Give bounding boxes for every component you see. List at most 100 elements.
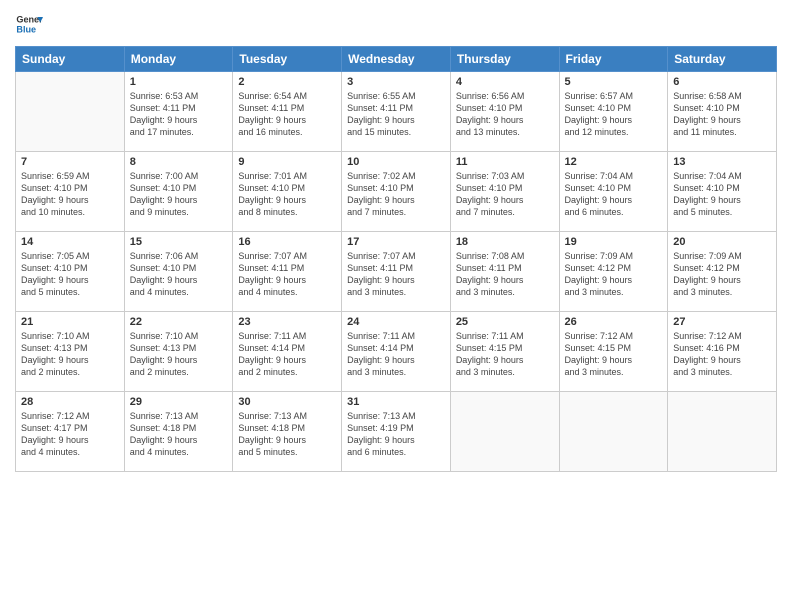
day-info: Sunrise: 6:58 AM Sunset: 4:10 PM Dayligh…: [673, 90, 771, 139]
day-info: Sunrise: 7:07 AM Sunset: 4:11 PM Dayligh…: [238, 250, 336, 299]
weekday-header-wednesday: Wednesday: [342, 47, 451, 72]
calendar-cell: 5Sunrise: 6:57 AM Sunset: 4:10 PM Daylig…: [559, 72, 668, 152]
calendar-cell: 10 Sunrise: 7:02 AM Sunset: 4:10 PM Dayli…: [342, 152, 451, 232]
calendar-week-2: 14 Sunrise: 7:05 AM Sunset: 4:10 PM Dayli…: [16, 232, 777, 312]
calendar-cell: 23 Sunrise: 7:11 AM Sunset: 4:14 PM Dayli…: [233, 312, 342, 392]
day-info: Sunrise: 7:09 AM Sunset: 4:12 PM Dayligh…: [673, 250, 771, 299]
calendar-cell: 7 Sunrise: 6:59 AM Sunset: 4:10 PM Daylig…: [16, 152, 125, 232]
day-number: 10: [347, 156, 445, 168]
calendar-cell: [450, 392, 559, 472]
calendar-cell: 25Sunrise: 7:11 AM Sunset: 4:15 PM Dayli…: [450, 312, 559, 392]
day-number: 9: [238, 156, 336, 168]
calendar-cell: 20 Sunrise: 7:09 AM Sunset: 4:12 PM Dayli…: [668, 232, 777, 312]
day-info: Sunrise: 7:12 AM Sunset: 4:17 PM Dayligh…: [21, 410, 119, 459]
weekday-header-friday: Friday: [559, 47, 668, 72]
day-info: Sunrise: 7:03 AM Sunset: 4:10 PM Dayligh…: [456, 170, 554, 219]
day-number: 14: [21, 236, 119, 248]
day-number: 4: [456, 76, 554, 88]
calendar-cell: 11 Sunrise: 7:03 AM Sunset: 4:10 PM Dayli…: [450, 152, 559, 232]
calendar-week-1: 7 Sunrise: 6:59 AM Sunset: 4:10 PM Daylig…: [16, 152, 777, 232]
calendar-cell: 3 Sunrise: 6:55 AM Sunset: 4:11 PM Daylig…: [342, 72, 451, 152]
day-number: 23: [238, 316, 336, 328]
day-number: 12: [565, 156, 663, 168]
calendar-table: SundayMondayTuesdayWednesdayThursdayFrid…: [15, 46, 777, 472]
page: General Blue SundayMondayTuesdayWednesda…: [0, 0, 792, 612]
day-number: 19: [565, 236, 663, 248]
day-info: Sunrise: 6:57 AM Sunset: 4:10 PM Dayligh…: [565, 90, 663, 139]
weekday-header-row: SundayMondayTuesdayWednesdayThursdayFrid…: [16, 47, 777, 72]
calendar-cell: 21Sunrise: 7:10 AM Sunset: 4:13 PM Dayli…: [16, 312, 125, 392]
calendar-week-0: 1Sunrise: 6:53 AM Sunset: 4:11 PM Daylig…: [16, 72, 777, 152]
calendar-cell: 29Sunrise: 7:13 AM Sunset: 4:18 PM Dayli…: [124, 392, 233, 472]
calendar-cell: 14 Sunrise: 7:05 AM Sunset: 4:10 PM Dayli…: [16, 232, 125, 312]
day-number: 29: [130, 396, 228, 408]
day-info: Sunrise: 7:11 AM Sunset: 4:14 PM Dayligh…: [238, 330, 336, 379]
day-info: Sunrise: 7:13 AM Sunset: 4:19 PM Dayligh…: [347, 410, 445, 459]
day-info: Sunrise: 7:11 AM Sunset: 4:14 PM Dayligh…: [347, 330, 445, 379]
calendar-cell: 31 Sunrise: 7:13 AM Sunset: 4:19 PM Dayli…: [342, 392, 451, 472]
day-number: 20: [673, 236, 771, 248]
calendar-cell: 26 Sunrise: 7:12 AM Sunset: 4:15 PM Dayli…: [559, 312, 668, 392]
calendar-cell: 17 Sunrise: 7:07 AM Sunset: 4:11 PM Dayli…: [342, 232, 451, 312]
calendar-cell: 9 Sunrise: 7:01 AM Sunset: 4:10 PM Daylig…: [233, 152, 342, 232]
calendar-cell: [668, 392, 777, 472]
day-info: Sunrise: 7:01 AM Sunset: 4:10 PM Dayligh…: [238, 170, 336, 219]
calendar-cell: 30 Sunrise: 7:13 AM Sunset: 4:18 PM Dayli…: [233, 392, 342, 472]
day-number: 22: [130, 316, 228, 328]
day-number: 27: [673, 316, 771, 328]
day-info: Sunrise: 7:10 AM Sunset: 4:13 PM Dayligh…: [130, 330, 228, 379]
day-number: 30: [238, 396, 336, 408]
calendar-cell: 19 Sunrise: 7:09 AM Sunset: 4:12 PM Dayli…: [559, 232, 668, 312]
day-number: 16: [238, 236, 336, 248]
calendar-cell: 27 Sunrise: 7:12 AM Sunset: 4:16 PM Dayli…: [668, 312, 777, 392]
calendar-cell: 6Sunrise: 6:58 AM Sunset: 4:10 PM Daylig…: [668, 72, 777, 152]
calendar-cell: 8 Sunrise: 7:00 AM Sunset: 4:10 PM Daylig…: [124, 152, 233, 232]
day-info: Sunrise: 7:04 AM Sunset: 4:10 PM Dayligh…: [565, 170, 663, 219]
day-number: 15: [130, 236, 228, 248]
day-number: 18: [456, 236, 554, 248]
day-number: 1: [130, 76, 228, 88]
day-number: 7: [21, 156, 119, 168]
day-number: 2: [238, 76, 336, 88]
day-number: 28: [21, 396, 119, 408]
day-info: Sunrise: 6:59 AM Sunset: 4:10 PM Dayligh…: [21, 170, 119, 219]
weekday-header-monday: Monday: [124, 47, 233, 72]
day-info: Sunrise: 7:07 AM Sunset: 4:11 PM Dayligh…: [347, 250, 445, 299]
weekday-header-saturday: Saturday: [668, 47, 777, 72]
svg-text:Blue: Blue: [16, 24, 36, 34]
day-info: Sunrise: 7:06 AM Sunset: 4:10 PM Dayligh…: [130, 250, 228, 299]
calendar-cell: 28 Sunrise: 7:12 AM Sunset: 4:17 PM Dayli…: [16, 392, 125, 472]
day-number: 24: [347, 316, 445, 328]
day-info: Sunrise: 7:08 AM Sunset: 4:11 PM Dayligh…: [456, 250, 554, 299]
header: General Blue: [15, 10, 777, 38]
calendar-cell: [559, 392, 668, 472]
day-info: Sunrise: 7:00 AM Sunset: 4:10 PM Dayligh…: [130, 170, 228, 219]
day-info: Sunrise: 7:05 AM Sunset: 4:10 PM Dayligh…: [21, 250, 119, 299]
day-info: Sunrise: 7:12 AM Sunset: 4:16 PM Dayligh…: [673, 330, 771, 379]
calendar-cell: 12 Sunrise: 7:04 AM Sunset: 4:10 PM Dayli…: [559, 152, 668, 232]
day-number: 8: [130, 156, 228, 168]
day-info: Sunrise: 7:09 AM Sunset: 4:12 PM Dayligh…: [565, 250, 663, 299]
calendar-week-3: 21 Sunrise: 7:10 AM Sunset: 4:13 PM Dayli…: [16, 312, 777, 392]
calendar-cell: 16 Sunrise: 7:07 AM Sunset: 4:11 PM Dayli…: [233, 232, 342, 312]
day-info: Sunrise: 6:54 AM Sunset: 4:11 PM Dayligh…: [238, 90, 336, 139]
day-info: Sunrise: 7:11 AM Sunset: 4:15 PM Dayligh…: [456, 330, 554, 379]
day-info: Sunrise: 7:13 AM Sunset: 4:18 PM Dayligh…: [238, 410, 336, 459]
day-number: 11: [456, 156, 554, 168]
weekday-header-thursday: Thursday: [450, 47, 559, 72]
calendar-cell: 2 Sunrise: 6:54 AM Sunset: 4:11 PM Daylig…: [233, 72, 342, 152]
calendar-cell: 18 Sunrise: 7:08 AM Sunset: 4:11 PM Dayli…: [450, 232, 559, 312]
weekday-header-tuesday: Tuesday: [233, 47, 342, 72]
day-number: 26: [565, 316, 663, 328]
day-info: Sunrise: 6:55 AM Sunset: 4:11 PM Dayligh…: [347, 90, 445, 139]
calendar-cell: 22 Sunrise: 7:10 AM Sunset: 4:13 PM Dayli…: [124, 312, 233, 392]
day-number: 31: [347, 396, 445, 408]
day-number: 21: [21, 316, 119, 328]
day-number: 17: [347, 236, 445, 248]
day-number: 3: [347, 76, 445, 88]
day-number: 13: [673, 156, 771, 168]
day-info: Sunrise: 7:12 AM Sunset: 4:15 PM Dayligh…: [565, 330, 663, 379]
day-info: Sunrise: 7:02 AM Sunset: 4:10 PM Dayligh…: [347, 170, 445, 219]
day-info: Sunrise: 7:04 AM Sunset: 4:10 PM Dayligh…: [673, 170, 771, 219]
logo: General Blue: [15, 10, 43, 38]
